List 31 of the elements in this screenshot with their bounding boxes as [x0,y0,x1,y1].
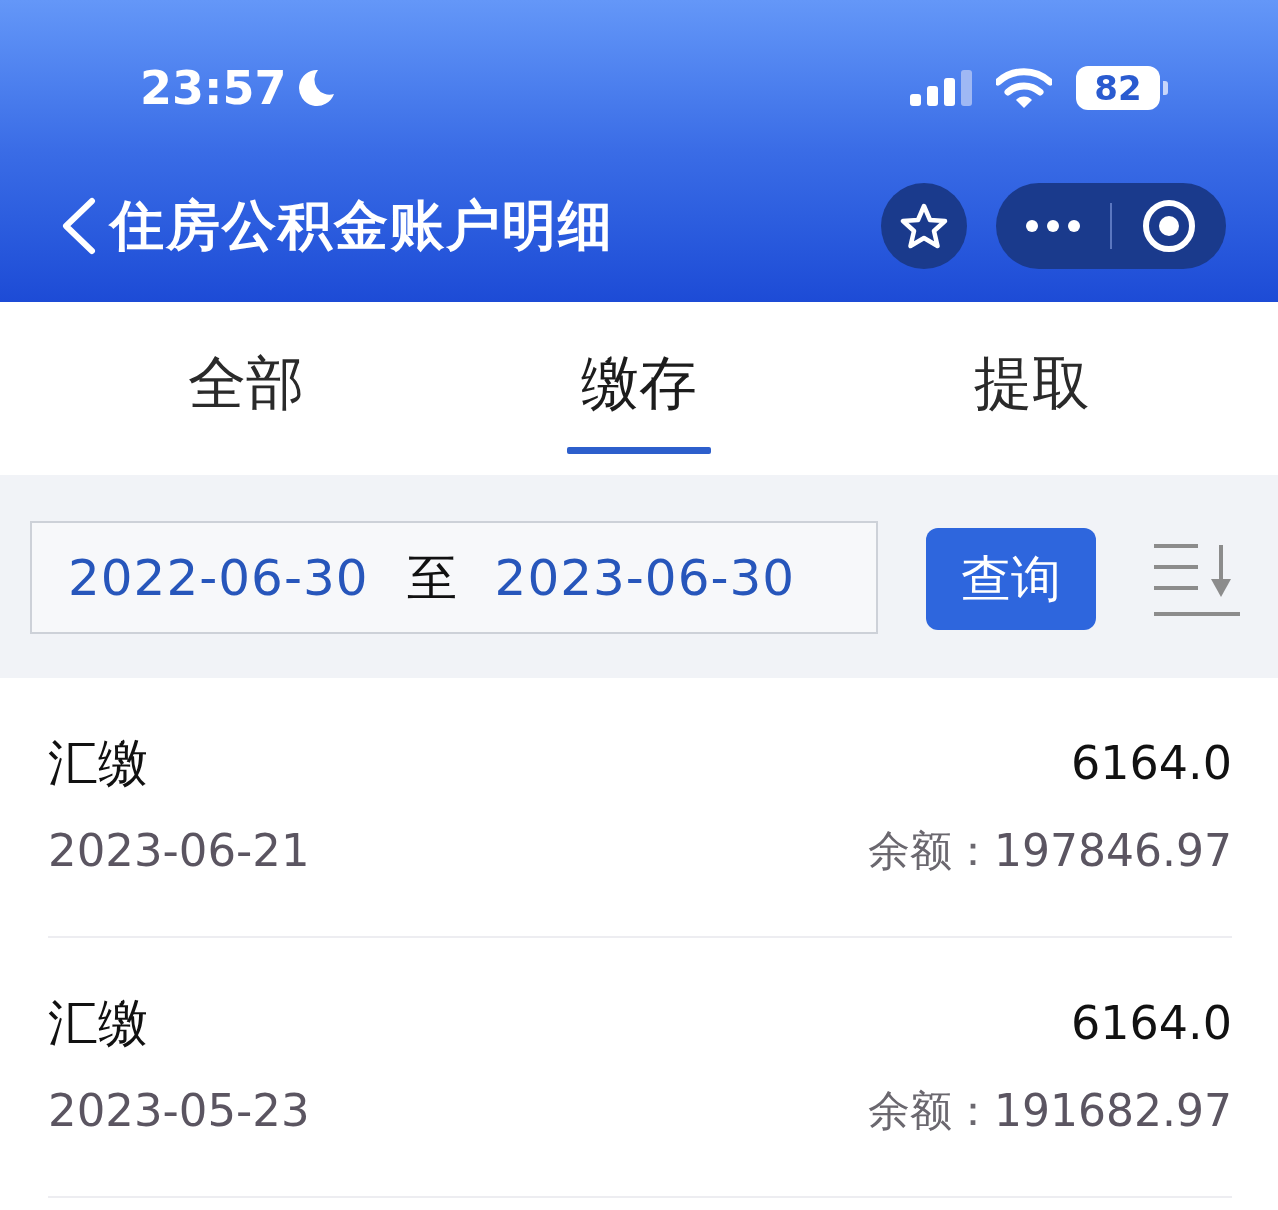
status-time: 23:57 [140,62,287,114]
record-date: 2023-06-21 [48,823,310,879]
record-amount: 6164.0 [1071,735,1232,791]
back-button[interactable] [60,197,96,255]
battery-indicator: 82 [1076,66,1168,110]
balance-value: 191682.97 [994,1084,1232,1138]
record-amount: 6164.0 [1071,995,1232,1051]
start-date: 2022-06-30 [68,547,369,608]
record-type: 汇缴 [48,733,148,793]
star-icon [900,203,948,249]
sort-button[interactable] [1154,543,1240,617]
signal-icon [910,70,972,106]
record-date: 2023-05-23 [48,1083,310,1139]
tab[interactable]: 全部 [50,302,443,475]
balance-label: 余额： [868,1085,995,1137]
page-title: 住房公积金账户明细 [110,194,614,258]
balance-value: 197846.97 [994,824,1232,878]
date-range-field[interactable]: 2022-06-30 至 2023-06-30 [30,521,878,634]
sort-icon [1154,543,1240,617]
balance-label: 余额： [868,825,995,877]
record-type: 汇缴 [48,993,148,1053]
back-icon [60,197,96,255]
more-icon [1026,220,1080,232]
tab[interactable]: 缴存 [442,302,836,475]
end-date: 2023-06-30 [494,547,796,608]
range-separator: 至 [406,547,457,608]
moon-icon [296,68,337,108]
wifi-icon [996,68,1052,108]
tab[interactable]: 提取 [835,302,1228,475]
target-icon [1142,199,1196,253]
query-button[interactable]: 查询 [926,528,1096,630]
